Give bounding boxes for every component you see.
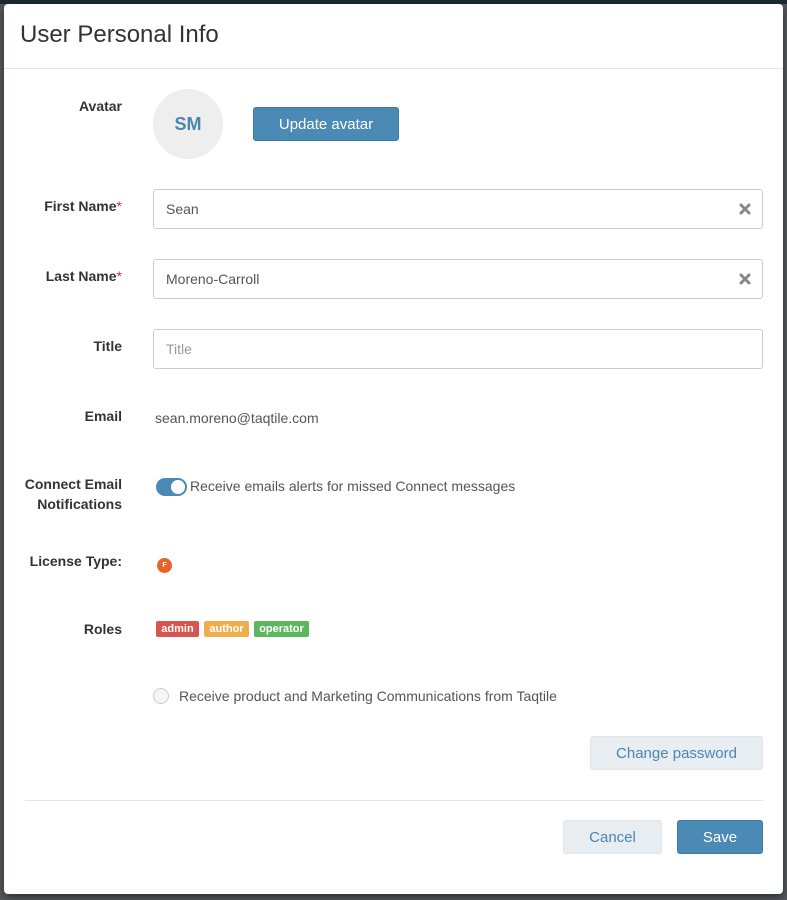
role-badge-admin: admin [156, 621, 199, 637]
save-button[interactable]: Save [677, 820, 763, 854]
first-name-label: First Name* [44, 198, 122, 214]
role-badge-author: author [204, 621, 249, 637]
clear-icon[interactable] [738, 272, 752, 286]
avatar-label: Avatar [78, 98, 122, 114]
marketing-checkbox-label[interactable]: Receive product and Marketing Communicat… [179, 688, 557, 704]
avatar: SM [153, 89, 223, 159]
marketing-checkbox[interactable] [153, 688, 169, 704]
notifications-toggle-text: Receive emails alerts for missed Connect… [190, 478, 516, 494]
last-name-field [153, 259, 763, 299]
footer-divider [25, 800, 763, 801]
email-label: Email [84, 408, 122, 424]
dialog-header: User Personal Info [4, 4, 783, 69]
title-input[interactable] [154, 330, 762, 368]
toggle-knob [171, 480, 185, 494]
first-name-field [153, 189, 763, 229]
role-badge-operator: operator [254, 621, 309, 637]
user-info-dialog: User Personal Info Avatar SM Update avat… [4, 4, 783, 894]
notifications-toggle[interactable] [156, 478, 187, 496]
cancel-button[interactable]: Cancel [563, 820, 662, 854]
first-name-input[interactable] [154, 190, 762, 228]
notifications-label: Connect Email Notifications [24, 476, 122, 512]
update-avatar-button[interactable]: Update avatar [253, 107, 399, 141]
dialog-title: User Personal Info [20, 21, 219, 48]
avatar-initials: SM [174, 113, 202, 134]
license-badge: F [157, 558, 172, 573]
change-password-button[interactable]: Change password [590, 736, 763, 770]
title-label: Title [93, 338, 122, 354]
clear-icon[interactable] [738, 202, 752, 216]
email-value: sean.moreno@taqtile.com [155, 410, 319, 426]
last-name-label: Last Name* [45, 268, 122, 284]
title-field [153, 329, 763, 369]
last-name-input[interactable] [154, 260, 762, 298]
license-type-label: License Type: [29, 553, 122, 569]
required-mark: * [116, 268, 122, 284]
roles-label: Roles [83, 621, 122, 637]
required-mark: * [116, 198, 122, 214]
